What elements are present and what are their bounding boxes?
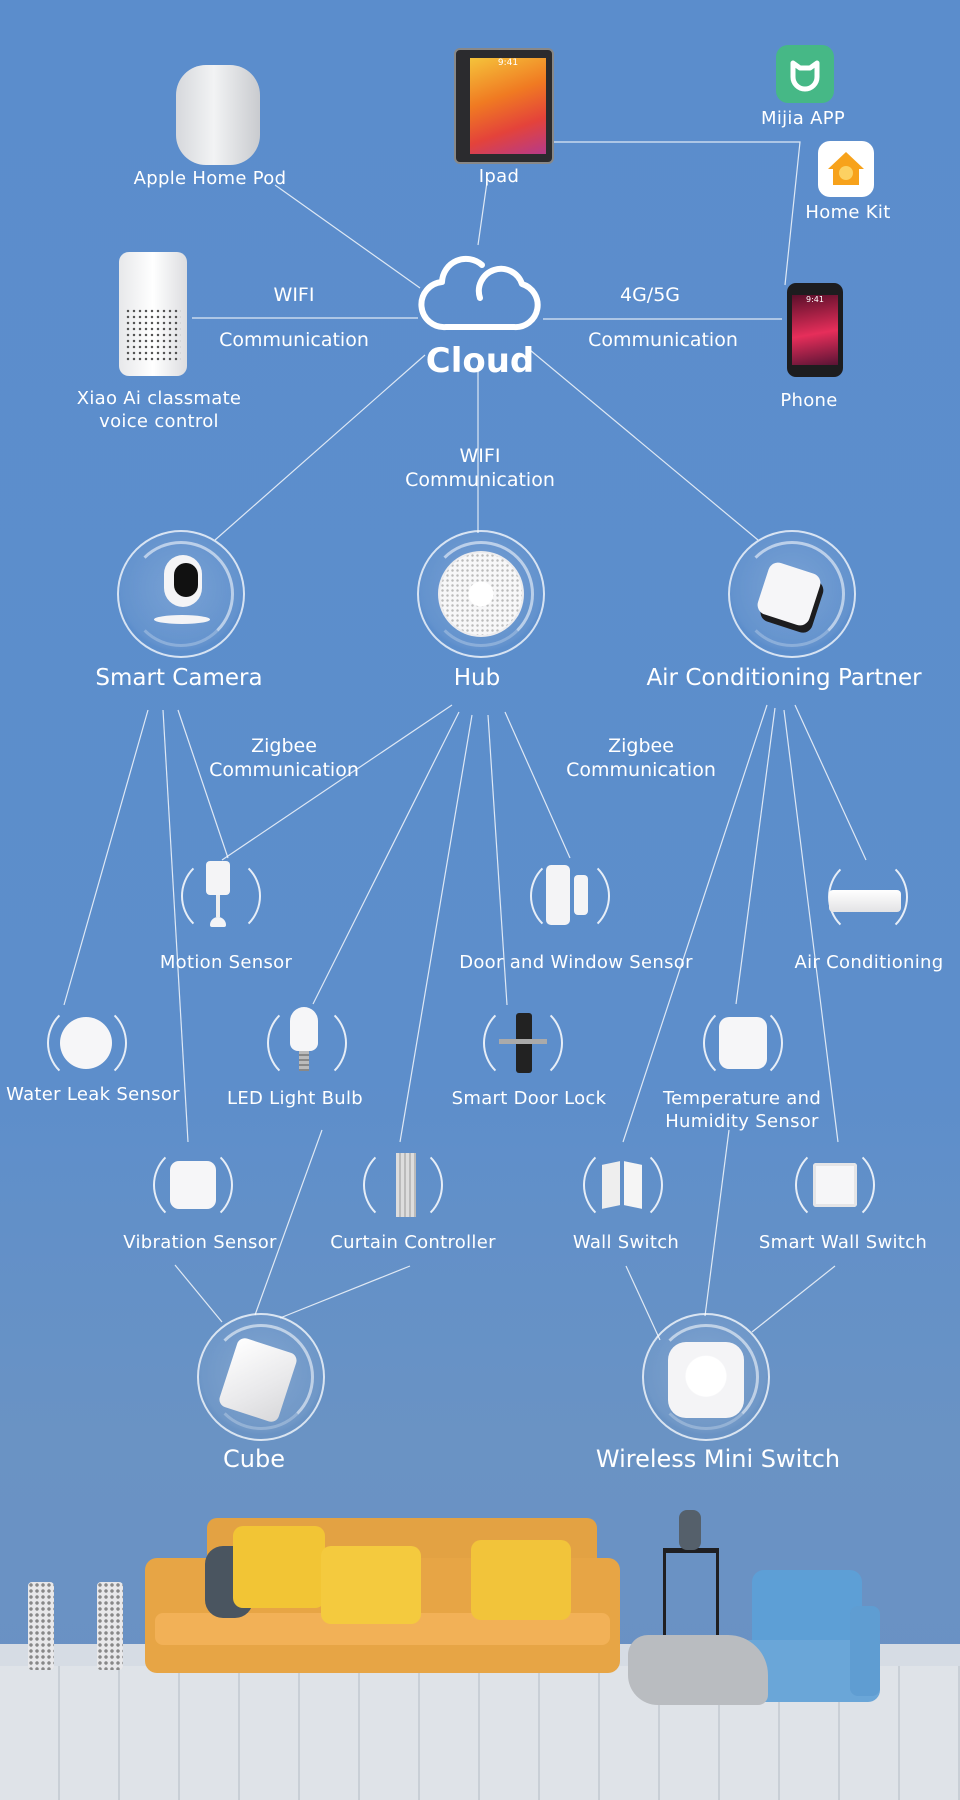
cloud-left-link-label: WIFI	[274, 284, 315, 308]
smart-wall-switch-device	[813, 1163, 857, 1207]
sofa	[145, 1518, 620, 1690]
motion-sensor-device	[206, 861, 230, 931]
xiaoai-label-line1: Xiao Ai classmate	[76, 388, 242, 409]
smart-camera-label: Smart Camera	[95, 665, 263, 691]
air-conditioning-label: Air Conditioning	[794, 952, 944, 973]
zigbee-right-line1: Zigbee	[608, 735, 674, 757]
phone-device: 9:41	[787, 283, 843, 377]
xiaoai-speaker-device	[119, 252, 187, 376]
smart-door-lock-device	[499, 1013, 547, 1073]
wall-switch-label: Wall Switch	[572, 1232, 680, 1253]
mini-switch-label: Wireless Mini Switch	[595, 1445, 841, 1473]
link-ipad-cloud	[477, 181, 488, 246]
led-bulb-label: LED Light Bulb	[226, 1088, 364, 1109]
vase-right	[97, 1582, 123, 1670]
camera-lens	[174, 563, 198, 597]
water-leak-sensor-device	[60, 1017, 112, 1069]
cloud-right-link-sub: Communication	[588, 329, 738, 351]
water-leak-label: Water Leak Sensor	[6, 1084, 180, 1105]
ipad-time: 9:41	[497, 58, 519, 68]
cloud-left-link-sub: Communication	[219, 329, 369, 351]
cloud-icon	[418, 255, 541, 331]
hub-device	[440, 553, 522, 635]
speaker-grille	[125, 308, 181, 362]
xiaoai-label-line2: voice control	[99, 410, 219, 432]
phone-label: Phone	[780, 390, 838, 411]
door-window-label: Door and Window Sensor	[459, 952, 693, 973]
homepod-label: Apple Home Pod	[133, 168, 287, 189]
vibration-label: Vibration Sensor	[123, 1232, 277, 1253]
zigbee-left-line1: Zigbee	[251, 735, 317, 757]
homekit-app-icon[interactable]	[818, 141, 874, 197]
xiaoai-label: Xiao Ai classmate voice control	[77, 388, 242, 433]
cloud-right-link-label: 4G/5G	[619, 284, 681, 306]
wireless-mini-switch-device	[668, 1342, 744, 1418]
link-homepod-cloud	[274, 184, 421, 289]
throw-blanket	[628, 1635, 768, 1705]
cube-label: Cube	[223, 1445, 285, 1473]
motion-sensor-label: Motion Sensor	[159, 952, 293, 973]
zigbee-right-label: Zigbee Communication	[566, 735, 716, 783]
down-link-line1: WIFI	[459, 445, 501, 467]
smart-home-diagram: Apple Home Pod 9:41 Ipad Mijia APP Home …	[0, 0, 960, 1800]
vase-left	[28, 1582, 54, 1670]
homepod-device	[176, 65, 260, 165]
mijia-app-icon[interactable]	[776, 45, 834, 103]
pillow-yellow-1	[233, 1526, 325, 1608]
ac-partner-label: Air Conditioning Partner	[646, 665, 922, 691]
house-icon	[828, 152, 864, 185]
temp-humidity-sensor-device	[719, 1017, 767, 1069]
hub-label: Hub	[453, 665, 501, 691]
link-cloud-camera	[214, 354, 426, 541]
temp-label-line1: Temperature and	[662, 1088, 822, 1109]
zigbee-left-label: Zigbee Communication	[209, 735, 359, 783]
pillow-yellow-2	[321, 1546, 421, 1624]
phone-screen: 9:41	[792, 295, 838, 365]
phone-time: 9:41	[806, 295, 824, 304]
ipad-label: Ipad	[478, 166, 520, 187]
door-window-sensor-device	[546, 865, 590, 925]
room-scene	[0, 1480, 960, 1800]
plant-vase	[679, 1510, 701, 1550]
homekit-label: Home Kit	[805, 202, 891, 223]
door-lock-label: Smart Door Lock	[451, 1088, 607, 1109]
smart-wall-switch-label: Smart Wall Switch	[758, 1232, 928, 1253]
curtain-controller-device	[396, 1153, 416, 1217]
cloud-label: Cloud	[425, 341, 535, 381]
zigbee-left-line2: Communication	[209, 758, 359, 781]
down-link-line2: Communication	[405, 468, 555, 491]
ipad-device: 9:41	[454, 48, 554, 164]
mijia-logo-icon	[790, 60, 820, 92]
wall-switch-device	[602, 1161, 642, 1211]
temp-humidity-label: Temperature and Humidity Sensor	[663, 1088, 821, 1133]
cloud-down-link-label: WIFI Communication	[405, 445, 555, 493]
link-protocol: WIFI	[273, 284, 315, 306]
curtain-label: Curtain Controller	[330, 1232, 496, 1253]
ipad-screen: 9:41	[470, 58, 546, 154]
link-cloud-acpartner	[529, 349, 759, 541]
pillow-yellow-3	[471, 1540, 571, 1620]
smart-camera-device	[154, 555, 210, 625]
vibration-sensor-device	[170, 1161, 216, 1209]
temp-label-line2: Humidity Sensor	[665, 1110, 819, 1132]
led-bulb-device	[290, 1007, 318, 1073]
link-ipad-mijia-phone	[553, 141, 801, 286]
air-conditioning-device	[829, 890, 901, 912]
mijia-app-label: Mijia APP	[760, 108, 846, 129]
zigbee-right-line2: Communication	[566, 758, 716, 781]
